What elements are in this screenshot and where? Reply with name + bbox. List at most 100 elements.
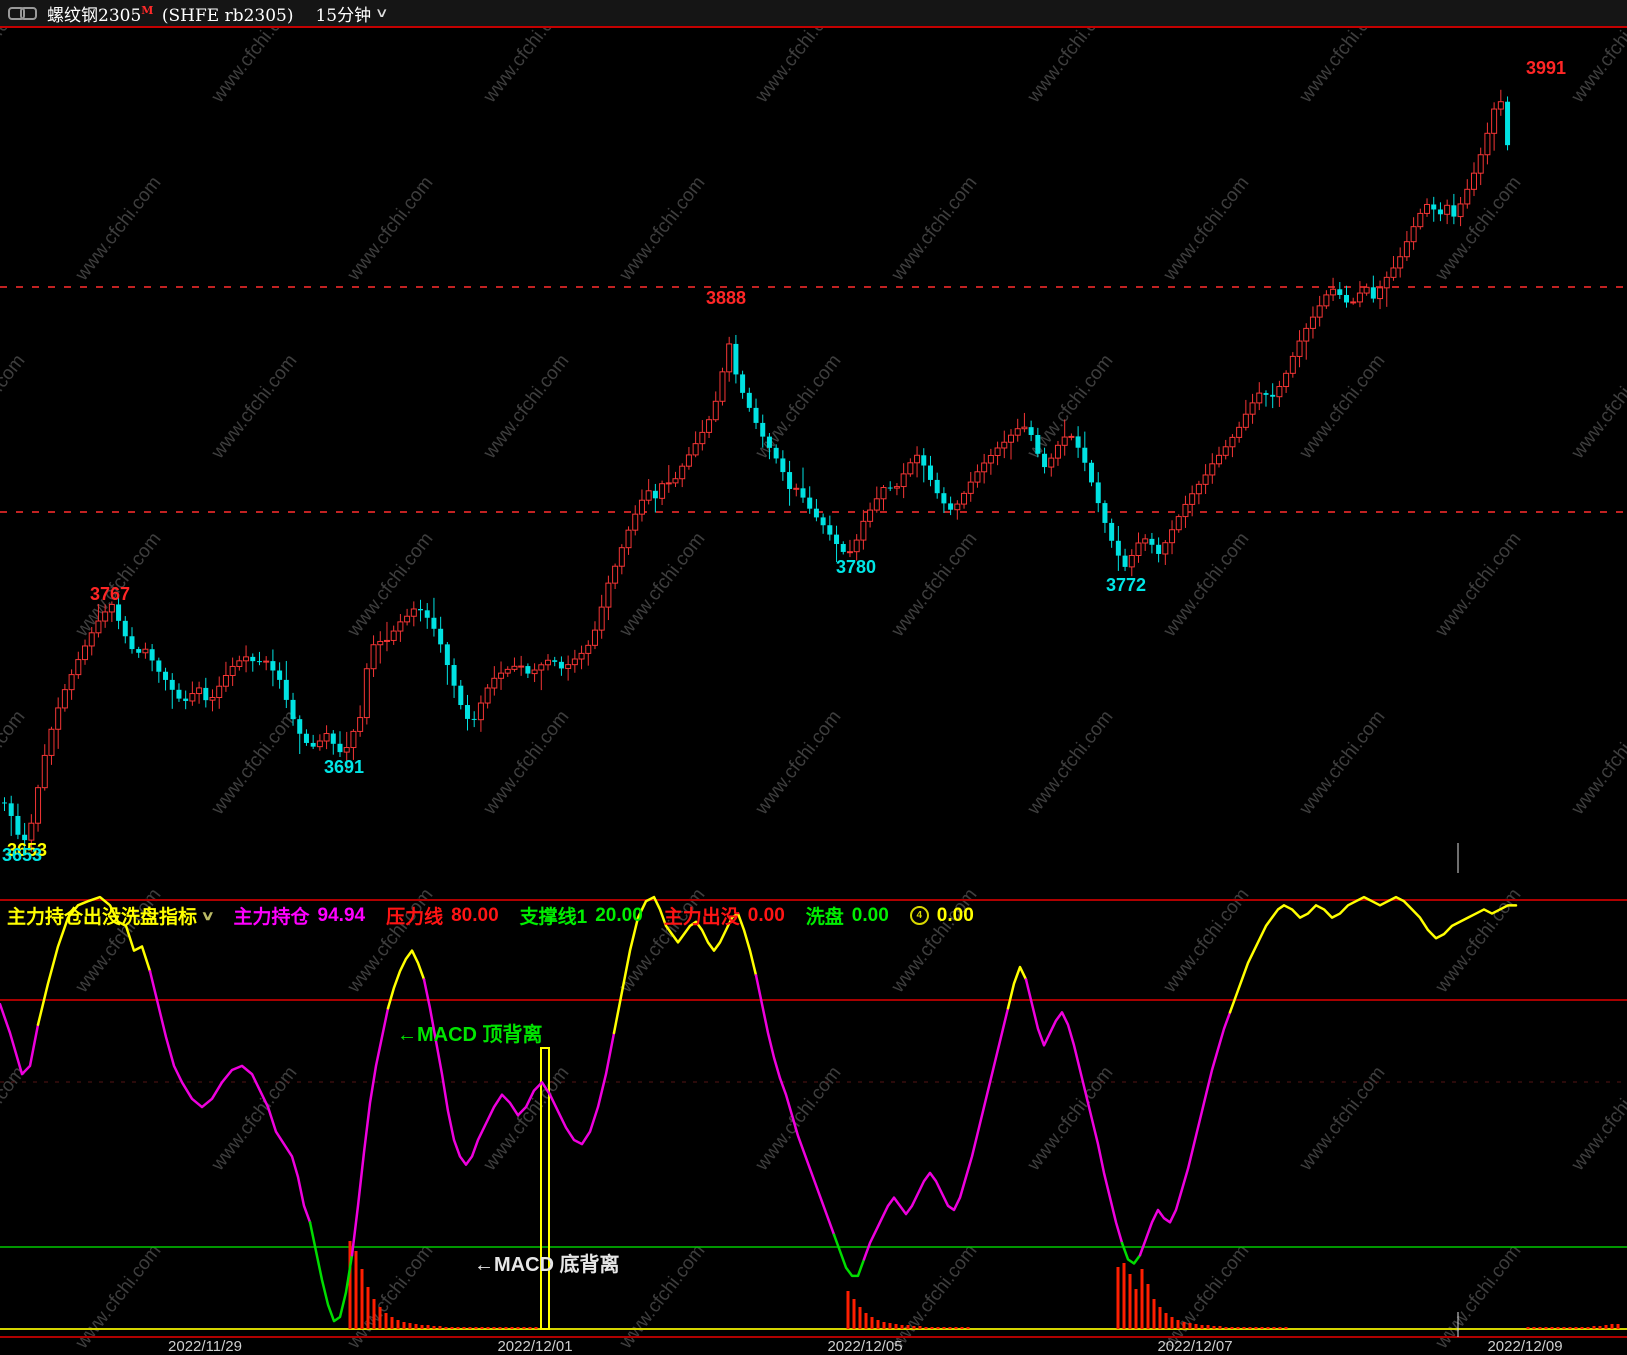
candle xyxy=(598,606,605,631)
candle xyxy=(934,479,940,494)
candle xyxy=(1054,444,1061,459)
field-support-line: 支撑线1 20.00 xyxy=(519,904,643,929)
timeframe-label: 15分钟 xyxy=(315,5,372,26)
candle xyxy=(538,664,545,671)
field-washout: 洗盘 0.00 xyxy=(805,904,889,929)
candle xyxy=(1021,426,1028,430)
candle xyxy=(981,462,988,473)
candle xyxy=(498,672,505,679)
candle xyxy=(418,608,424,611)
candle xyxy=(370,644,377,670)
candle xyxy=(1175,516,1182,531)
candle xyxy=(1270,394,1276,397)
candle xyxy=(297,719,303,734)
timeframe-selector[interactable]: 15分钟 ∨ xyxy=(315,1,389,26)
candle xyxy=(116,604,122,621)
candle xyxy=(860,520,867,541)
candle xyxy=(310,742,316,747)
candle xyxy=(552,660,558,662)
date-tick-label: 2022/12/07 xyxy=(1157,1338,1233,1355)
candle xyxy=(203,687,209,701)
candle xyxy=(1014,428,1021,436)
date-tick-label: 2022/12/05 xyxy=(827,1338,903,1355)
candle xyxy=(216,685,223,698)
candle xyxy=(377,640,384,646)
trading-terminal: { "title_bar": { "instrument": "螺纹钢2305"… xyxy=(0,0,1627,1355)
candle xyxy=(491,677,498,689)
candle xyxy=(800,488,806,498)
candle xyxy=(531,669,538,675)
x-axis-dates: 2022/11/29 2022/12/01 2022/12/05 2022/12/07… xyxy=(0,1338,1627,1355)
link-icon[interactable] xyxy=(8,6,37,20)
candle xyxy=(1249,402,1256,415)
field-extra: 4 0.00 xyxy=(909,905,974,927)
indicator-name[interactable]: 主力持仓出没洗盘指标 ∨ xyxy=(7,902,215,929)
candle xyxy=(28,822,35,841)
candle xyxy=(176,689,182,699)
candle xyxy=(813,508,819,518)
candle xyxy=(1383,276,1390,289)
candle xyxy=(954,503,961,511)
indicator-header: 主力持仓出没洗盘指标 ∨ 主力持仓 94.94 压力线 80.00 支撑线1 20.0… xyxy=(7,902,974,929)
candle xyxy=(900,473,907,488)
candle xyxy=(665,482,672,485)
candle xyxy=(1256,392,1263,404)
candle xyxy=(632,513,639,531)
candle xyxy=(511,665,518,670)
candle xyxy=(766,436,772,448)
macd-bottom-divergence-annotation: ←MACD 底背离 xyxy=(474,1254,620,1276)
candle xyxy=(337,743,343,753)
candle xyxy=(95,620,102,634)
candle xyxy=(625,529,632,549)
candle xyxy=(1202,474,1209,485)
candle xyxy=(1491,108,1498,134)
candle xyxy=(1162,542,1169,555)
candle xyxy=(733,343,739,375)
candle xyxy=(967,481,974,494)
candle xyxy=(1316,305,1323,318)
candle xyxy=(1451,205,1457,217)
candle xyxy=(363,668,370,719)
candle xyxy=(545,659,552,666)
candle xyxy=(1115,540,1121,556)
candle xyxy=(82,645,89,661)
candle xyxy=(1296,340,1303,357)
candle xyxy=(464,705,470,719)
main-contract-badge: M xyxy=(141,3,154,17)
candle xyxy=(1089,462,1095,483)
candle xyxy=(692,443,699,456)
candle xyxy=(1505,101,1511,146)
candle xyxy=(330,733,336,744)
candle xyxy=(1350,301,1357,304)
candle xyxy=(1182,503,1189,518)
instrument-title[interactable]: 螺纹钢2305M (SHFE rb2305) xyxy=(47,1,293,26)
candle xyxy=(1102,503,1108,523)
candle xyxy=(1437,209,1443,215)
candle xyxy=(404,615,411,623)
candle xyxy=(1283,372,1290,388)
candle xyxy=(1457,203,1464,218)
candle xyxy=(585,644,592,654)
chart-canvas[interactable] xyxy=(0,0,1627,1353)
candle xyxy=(256,661,262,663)
candle xyxy=(1048,457,1055,468)
candle xyxy=(1470,172,1477,190)
candle xyxy=(122,620,128,637)
candle xyxy=(1390,267,1397,278)
candle xyxy=(787,472,793,489)
candle xyxy=(88,632,95,647)
price-label: 3691 xyxy=(324,757,365,777)
candle xyxy=(48,728,55,756)
candle xyxy=(75,659,82,676)
grid-lines xyxy=(0,286,1627,1083)
candle xyxy=(108,603,115,613)
candle xyxy=(893,486,900,489)
candle xyxy=(1061,436,1068,446)
candle xyxy=(290,699,296,720)
candle xyxy=(927,465,933,480)
candle xyxy=(1128,555,1135,568)
candlestick-series xyxy=(2,89,1511,856)
candle xyxy=(793,487,800,490)
candle xyxy=(55,707,62,730)
candle xyxy=(1035,434,1041,454)
